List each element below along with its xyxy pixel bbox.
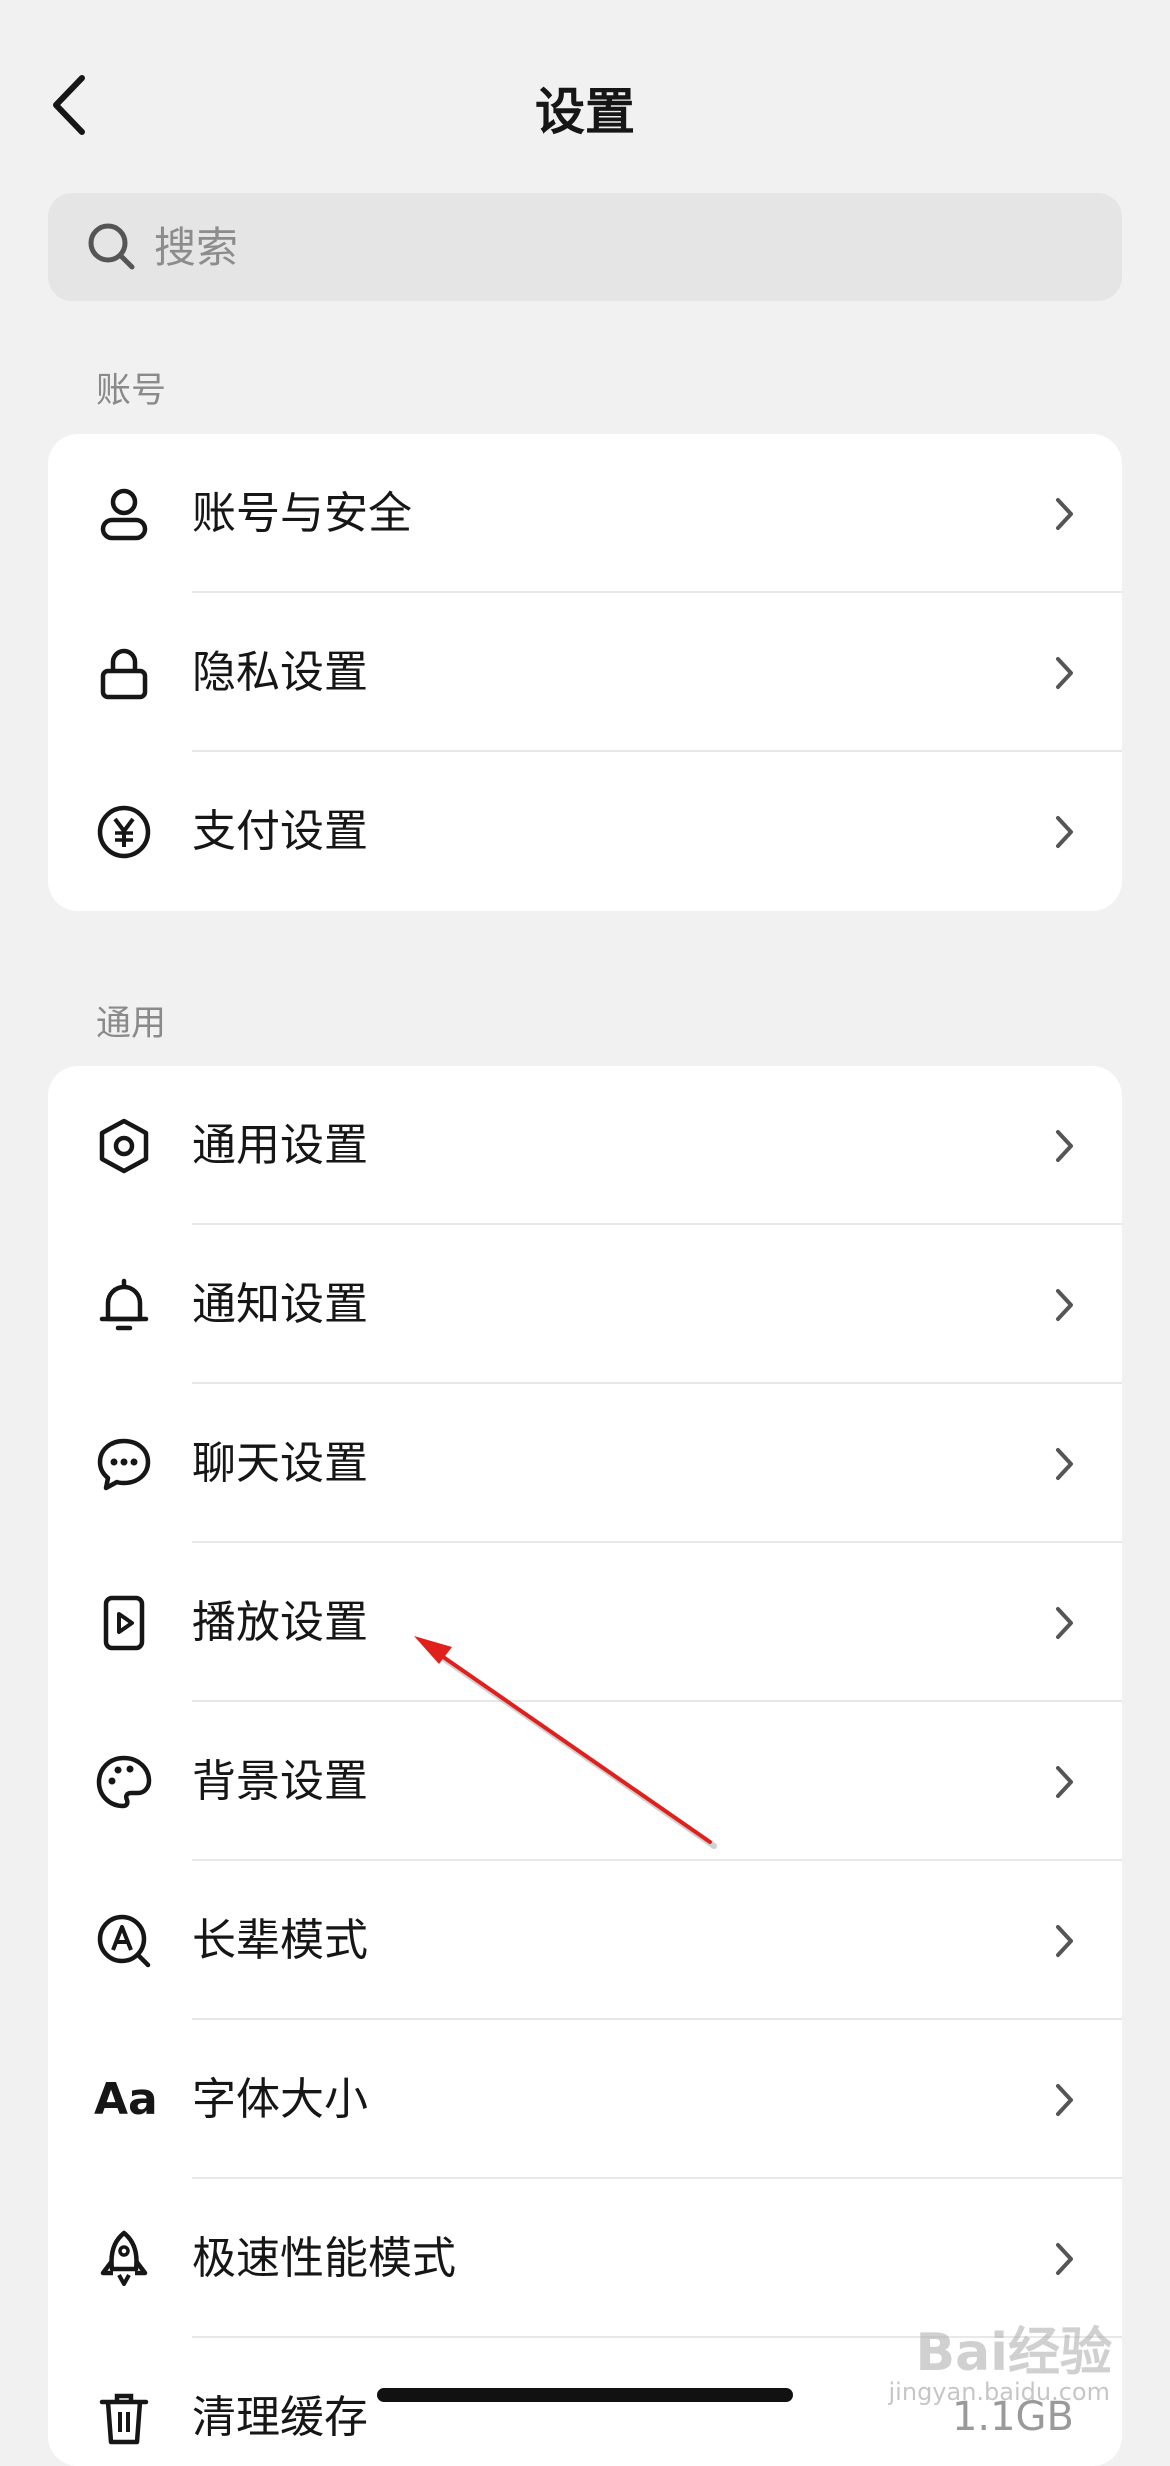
general-settings-card: 通用设置 通知设置 聊天设置 播放设置 背景设置 长辈模式 Aa 字体大小 极速… [48, 1066, 1122, 2466]
settings-item-label: 字体大小 [192, 2074, 368, 2125]
settings-item-elder-mode[interactable]: 长辈模式 [48, 1861, 1122, 2020]
chevron-right-icon [1056, 1289, 1073, 1321]
page-title: 设置 [535, 83, 635, 141]
navigation-bar: 设置 [0, 0, 1170, 210]
settings-item-playback[interactable]: 播放设置 [48, 1543, 1122, 1702]
search-icon [88, 223, 135, 270]
search-bar[interactable] [48, 193, 1122, 301]
font-size-icon: Aa [94, 2074, 158, 2125]
chevron-right-icon [1056, 1607, 1073, 1639]
settings-item-account-security[interactable]: 账号与安全 [48, 434, 1122, 593]
settings-item-label: 背景设置 [192, 1756, 368, 1807]
watermark-logo: Bai经验 [915, 2323, 1112, 2383]
rocket-icon [100, 2230, 148, 2286]
chat-bubble-icon [97, 1438, 151, 1491]
settings-item-label: 极速性能模式 [192, 2233, 456, 2284]
settings-item-background[interactable]: 背景设置 [48, 1702, 1122, 1861]
home-indicator[interactable] [377, 2388, 793, 2402]
section-label-general: 通用 [96, 1004, 167, 1044]
elder-mode-icon [97, 1914, 151, 1968]
chevron-right-icon [1056, 1130, 1073, 1162]
chevron-right-icon [1056, 498, 1073, 530]
chevron-right-icon [1056, 1766, 1073, 1798]
section-label-account: 账号 [96, 371, 167, 411]
chevron-right-icon [1056, 2084, 1073, 2116]
settings-item-label: 隐私设置 [192, 647, 368, 698]
chevron-right-icon [1056, 816, 1073, 848]
chevron-right-icon [1056, 657, 1073, 689]
settings-item-label: 清理缓存 [192, 2392, 368, 2443]
bell-icon [99, 1278, 149, 1331]
lock-icon [100, 648, 148, 700]
search-input[interactable] [154, 193, 1054, 301]
settings-item-privacy[interactable]: 隐私设置 [48, 593, 1122, 752]
palette-icon [96, 1755, 152, 1809]
settings-item-label: 通用设置 [192, 1120, 368, 1171]
gear-icon [99, 1118, 149, 1174]
settings-item-general[interactable]: 通用设置 [48, 1066, 1122, 1225]
chevron-right-icon [1056, 2243, 1073, 2275]
settings-item-label: 支付设置 [192, 806, 368, 857]
settings-item-notification[interactable]: 通知设置 [48, 1225, 1122, 1384]
settings-item-label: 长辈模式 [192, 1915, 368, 1966]
trash-icon [99, 2393, 149, 2445]
user-icon [100, 488, 148, 541]
settings-item-label: 通知设置 [192, 1279, 368, 1330]
chevron-right-icon [1056, 1448, 1073, 1480]
settings-item-label: 聊天设置 [192, 1438, 368, 1489]
settings-item-label: 播放设置 [192, 1597, 368, 1648]
settings-item-chat[interactable]: 聊天设置 [48, 1384, 1122, 1543]
watermark-url: jingyan.baidu.com [888, 2378, 1110, 2406]
play-file-icon [103, 1595, 145, 1651]
chevron-right-icon [1056, 1925, 1073, 1957]
account-settings-card: 账号与安全 隐私设置 支付设置 [48, 434, 1122, 911]
yen-icon [97, 805, 151, 859]
settings-item-label: 账号与安全 [192, 488, 412, 539]
settings-item-font-size[interactable]: Aa 字体大小 [48, 2020, 1122, 2179]
settings-item-payment[interactable]: 支付设置 [48, 752, 1122, 911]
